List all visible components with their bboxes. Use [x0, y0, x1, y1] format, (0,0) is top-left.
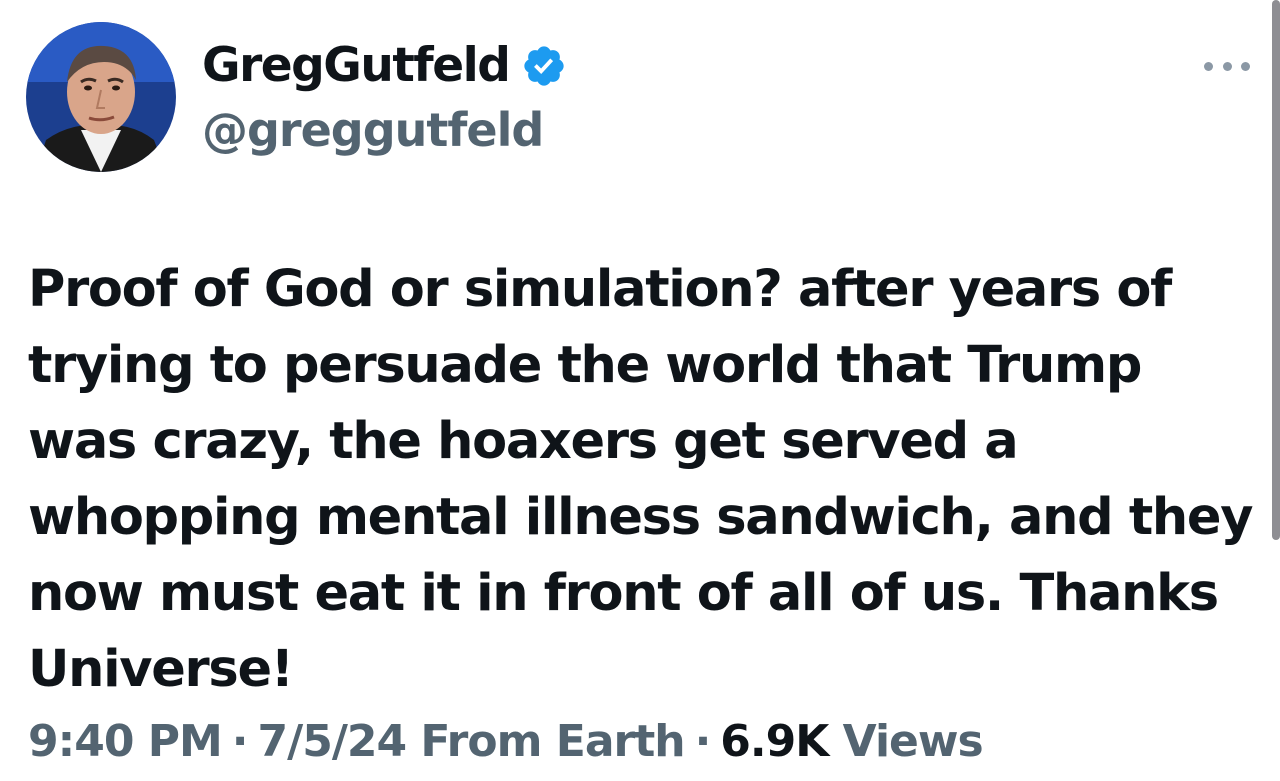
tweet-text: Proof of God or simulation? after years … — [28, 260, 1253, 699]
author-handle[interactable]: @greggutfeld — [202, 100, 567, 160]
more-dot — [1241, 61, 1250, 71]
tweet-time[interactable]: 9:40 PM — [28, 716, 223, 767]
display-name[interactable]: GregGutfeld — [202, 36, 511, 96]
more-dot — [1222, 61, 1232, 71]
avatar[interactable] — [26, 22, 176, 172]
author-block: GregGutfeld @greggutfeld — [202, 36, 567, 160]
views-label[interactable]: Views — [843, 716, 984, 767]
tweet-meta: 9:40 PM · 7/5/24 From Earth · 6.9K Views — [28, 712, 984, 772]
name-row: GregGutfeld — [202, 36, 567, 96]
scrollbar[interactable] — [1272, 0, 1280, 540]
meta-separator: · — [231, 716, 249, 767]
tweet-date-source[interactable]: 7/5/24 From Earth — [258, 716, 686, 767]
more-dot — [1204, 61, 1213, 71]
verified-badge-icon — [521, 43, 567, 89]
tweet-card: GregGutfeld @greggutfeld Proof of God or… — [0, 0, 1280, 781]
meta-separator: · — [694, 716, 712, 767]
more-options-icon[interactable] — [1204, 58, 1250, 74]
views-count: 6.9K — [720, 716, 829, 767]
